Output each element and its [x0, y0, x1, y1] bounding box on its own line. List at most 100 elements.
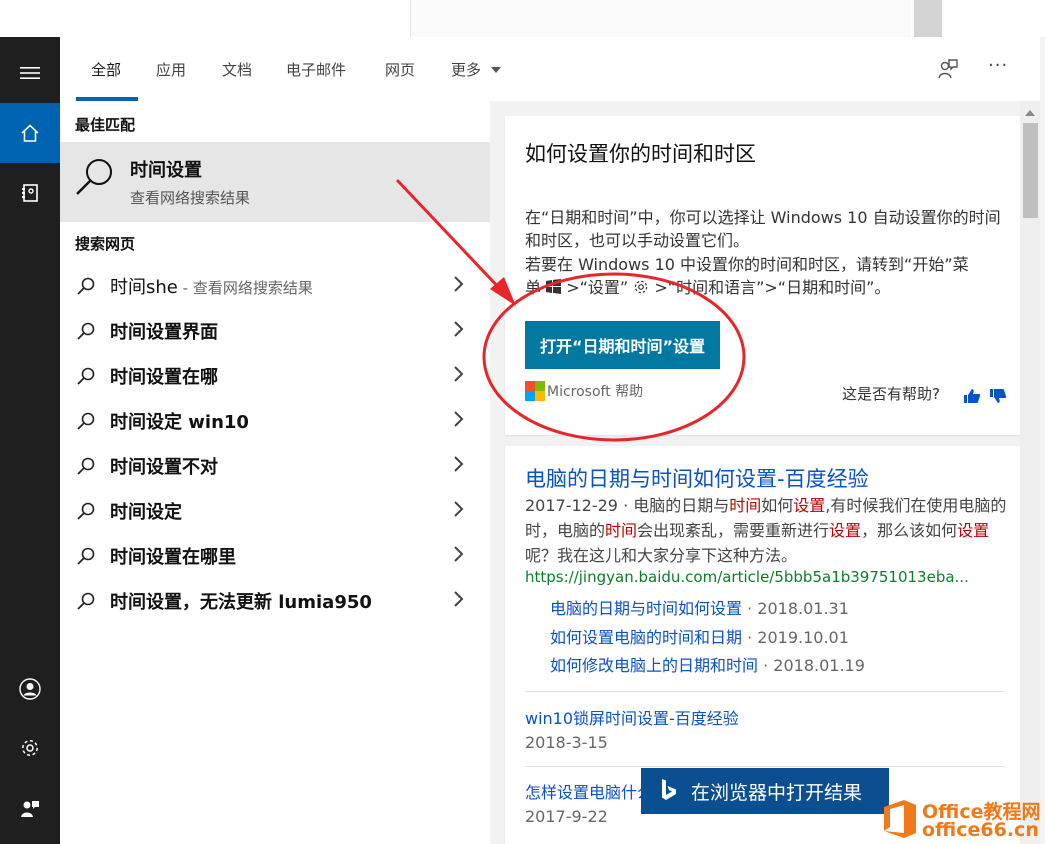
divider	[525, 766, 1005, 767]
search-icon	[77, 412, 95, 430]
chevron-right-button[interactable]	[452, 274, 466, 298]
notebook-icon	[22, 184, 38, 202]
chevron-right-button[interactable]	[452, 499, 466, 523]
gear-icon	[635, 280, 648, 294]
search-icon-wrap	[76, 411, 96, 435]
background-scrollbar	[914, 0, 942, 37]
chevron-right-button[interactable]	[452, 589, 466, 613]
snippet-part: · 电脑的日期与	[617, 496, 730, 515]
answer-text-settings: >“设置”	[566, 278, 629, 297]
tab-bar: 全部 应用 文档 电子邮件 网页 更多 ···	[60, 37, 1040, 101]
chevron-right-icon	[454, 276, 464, 292]
result-2[interactable]: win10锁屏时间设置-百度经验	[525, 705, 739, 729]
suggestion-label: 时间设置，无法更新 lumia950	[110, 592, 372, 613]
account-button[interactable]	[0, 659, 60, 719]
snippet-highlight: 时间	[729, 496, 762, 515]
hamburger-icon	[20, 67, 40, 79]
office-logo-icon	[884, 800, 916, 838]
chevron-right-button[interactable]	[452, 319, 466, 343]
feedback-hub-button[interactable]	[936, 57, 960, 85]
sub-result-link[interactable]: 如何设置电脑的时间和日期	[550, 628, 742, 647]
sub-result[interactable]: 电脑的日期与时间如何设置 · 2018.01.31	[550, 595, 849, 619]
chevron-down-icon	[490, 67, 501, 73]
bing-logo-icon	[662, 779, 676, 800]
answer-paragraph-1: 在“日期和时间”中，你可以选择让 Windows 10 自动设置你的时间和时区，…	[525, 208, 1001, 250]
best-match-subtitle: 查看网络搜索结果	[130, 189, 251, 207]
tab-documents[interactable]: 文档	[222, 59, 252, 80]
suggestion-item[interactable]: 时间设置界面	[60, 308, 490, 353]
suggestion-text: 时间设置界面	[110, 318, 218, 344]
result-title[interactable]: 电脑的日期与时间如何设置-百度经验	[525, 463, 869, 493]
search-icon	[77, 457, 95, 475]
answer-text-path: >“时间和语言”>“日期和时间”。	[654, 278, 891, 297]
answer-card: 如何设置你的时间和时区 在“日期和时间”中，你可以选择让 Windows 10 …	[505, 116, 1020, 435]
search-icon	[77, 502, 95, 520]
home-button[interactable]	[0, 103, 60, 163]
chevron-right-icon	[454, 591, 464, 607]
suggestion-text: 时间设置在哪	[110, 363, 218, 389]
suggestion-item[interactable]: 时间设置在哪里	[60, 533, 490, 578]
best-match-header: 最佳匹配	[75, 116, 136, 134]
tab-all[interactable]: 全部	[91, 59, 121, 80]
tab-email[interactable]: 电子邮件	[286, 59, 346, 80]
result-2-link[interactable]: win10锁屏时间设置-百度经验	[525, 709, 739, 728]
thumbs-up-icon[interactable]	[963, 388, 981, 404]
chevron-right-icon	[454, 321, 464, 337]
snippet-highlight: 设置	[793, 496, 826, 515]
tab-more-label: 更多	[451, 61, 482, 79]
suggestion-text: 时间设置不对	[110, 453, 218, 479]
chevron-right-icon	[454, 546, 464, 562]
suggestion-item[interactable]: 时间设置在哪	[60, 353, 490, 398]
best-match-item[interactable]: 时间设置 查看网络搜索结果	[60, 142, 490, 222]
background-window	[0, 0, 1045, 37]
result-snippet: 2017-12-29 · 电脑的日期与时间如何设置,有时候我们在使用电脑的时，电…	[525, 493, 1010, 568]
suggestion-item[interactable]: 时间设置不对	[60, 443, 490, 488]
sub-result-date: · 2019.10.01	[742, 628, 849, 647]
menu-button[interactable]	[0, 43, 60, 103]
chevron-right-button[interactable]	[452, 454, 466, 478]
suggestion-text: 时间设定	[110, 498, 182, 524]
chevron-right-button[interactable]	[452, 409, 466, 433]
feedback-button[interactable]	[0, 779, 60, 839]
snippet-part: ，那么该如何	[861, 521, 958, 540]
sub-result-date: · 2018.01.19	[758, 656, 865, 675]
sub-result-link[interactable]: 如何修改电脑上的日期和时间	[550, 656, 758, 675]
scroll-up-arrow-icon[interactable]	[1025, 110, 1035, 116]
divider	[525, 691, 1005, 692]
search-icon-wrap	[76, 591, 96, 615]
scrollbar-thumb[interactable]	[1023, 123, 1038, 218]
sub-result-link[interactable]: 电脑的日期与时间如何设置	[550, 599, 742, 618]
suggestion-item[interactable]: 时间设定	[60, 488, 490, 533]
suggestion-item[interactable]: 时间设置，无法更新 lumia950	[60, 578, 490, 623]
answer-paragraph-2-line1: 若要在 Windows 10 中设置你的时间和时区，请转到“开始”菜	[525, 255, 969, 274]
search-icon	[77, 277, 95, 295]
sub-result[interactable]: 如何修改电脑上的日期和时间 · 2018.01.19	[550, 652, 865, 676]
search-icon-wrap	[76, 321, 96, 345]
suggestion-text: 时间设置在哪里	[110, 543, 236, 569]
suggestion-item[interactable]: 时间she - 查看网络搜索结果	[60, 263, 490, 308]
chevron-right-button[interactable]	[452, 364, 466, 388]
helpful-question: 这是否有帮助?	[842, 385, 940, 403]
thumbs-down-icon[interactable]	[989, 388, 1007, 404]
tab-apps[interactable]: 应用	[156, 59, 186, 80]
result-3-date: 2017-9-22	[525, 807, 608, 826]
suggestion-label: 时间设定	[110, 502, 182, 523]
result-url[interactable]: https://jingyan.baidu.com/article/5bbb5a…	[525, 568, 969, 586]
chevron-right-icon	[454, 411, 464, 427]
suggestion-item[interactable]: 时间设定 win10	[60, 398, 490, 443]
microsoft-help-source[interactable]: Microsoft 帮助	[525, 381, 643, 401]
tab-more[interactable]: 更多	[451, 59, 502, 80]
open-in-browser-button[interactable]: 在浏览器中打开结果	[641, 768, 889, 814]
settings-button[interactable]	[0, 718, 60, 778]
snippet-highlight: 设置	[957, 521, 990, 540]
open-date-time-settings-button[interactable]: 打开“日期和时间”设置	[525, 321, 720, 369]
suggestion-label: 时间设置不对	[110, 457, 218, 478]
person-feedback-icon	[938, 59, 958, 79]
scrollbar[interactable]	[1020, 101, 1040, 844]
chevron-right-button[interactable]	[452, 544, 466, 568]
sub-result[interactable]: 如何设置电脑的时间和日期 · 2019.10.01	[550, 624, 849, 648]
more-options-button[interactable]: ···	[988, 55, 1008, 76]
search-icon-wrap	[76, 546, 96, 570]
tab-web[interactable]: 网页	[385, 59, 415, 80]
notebook-button[interactable]	[0, 163, 60, 223]
